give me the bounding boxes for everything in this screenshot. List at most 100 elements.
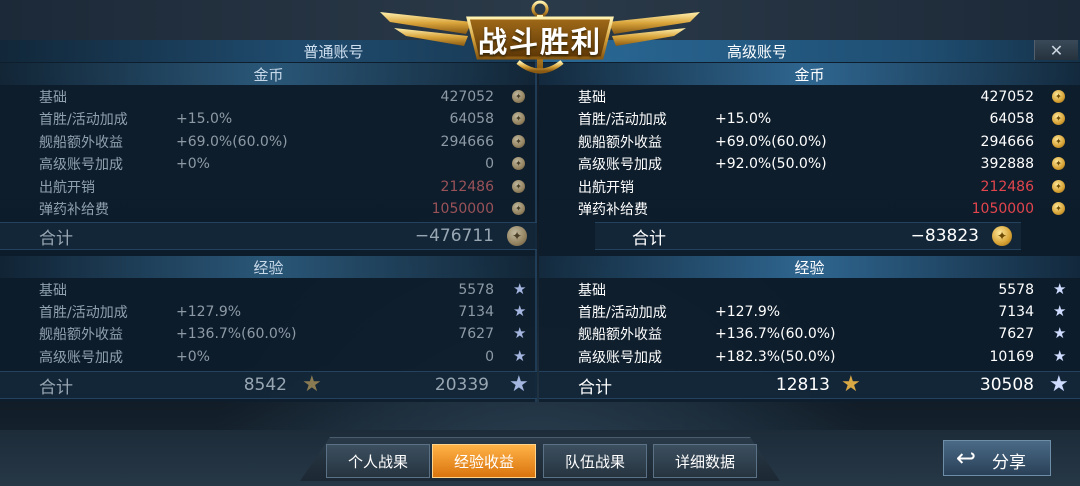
row-label: 首胜/活动加成 [39, 305, 128, 321]
row-value: 7134 [998, 304, 1034, 320]
close-icon: ✕ [1049, 40, 1064, 60]
row-label: 高级账号加成 [39, 157, 123, 173]
gold-coin-icon: ✦ [1052, 202, 1065, 215]
row-percent: +127.9% [176, 304, 242, 320]
normal-account-panel: 普通账号 金币 基础 427052 ✦ 首胜/活动加成 +15.0% 64058… [0, 40, 537, 402]
gold-coin-icon: ✦ [512, 135, 525, 148]
gold-coin-icon: ✦ [507, 226, 527, 246]
row-percent: +69.0%(60.0%) [176, 134, 288, 150]
gold-row: 出航开销 212486 ✦ [0, 176, 537, 198]
gold-row: 舰船额外收益 +69.0%(60.0%) 294666 ✦ [0, 131, 537, 153]
victory-banner: 战斗胜利 [380, 0, 700, 80]
row-value: 5578 [458, 282, 494, 298]
exp-row: 首胜/活动加成 +127.9% 7134 ★ [539, 301, 1080, 323]
gold-coin-icon: ✦ [1052, 157, 1065, 170]
gold-row: 基础 427052 ✦ [0, 86, 537, 108]
gold-row: 高级账号加成 +92.0%(50.0%) 392888 ✦ [539, 153, 1080, 175]
total-label: 合计 [39, 228, 73, 249]
gold-row: 舰船额外收益 +69.0%(60.0%) 294666 ✦ [539, 131, 1080, 153]
tab-detailed-data[interactable]: 详细数据 [653, 444, 757, 478]
row-label: 舰船额外收益 [39, 327, 123, 343]
exp-row: 高级账号加成 +0% 0 ★ [0, 346, 537, 368]
row-percent: +0% [176, 156, 210, 172]
exp-total-gold-value: 8542 [243, 375, 287, 395]
exp-section-header: 经验 [0, 256, 537, 278]
gold-coin-icon: ✦ [1052, 90, 1065, 103]
gold-row: 首胜/活动加成 +15.0% 64058 ✦ [0, 108, 537, 130]
row-percent: +136.7%(60.0%) [715, 326, 836, 342]
row-value: 1050000 [971, 201, 1034, 217]
gold-total-row: 合计 −476711 ✦ [0, 222, 537, 250]
row-value: 212486 [440, 179, 494, 195]
gold-coin-icon: ✦ [512, 112, 525, 125]
tab-team-results[interactable]: 队伍战果 [543, 444, 647, 478]
row-value: 64058 [989, 111, 1034, 127]
total-label: 合计 [632, 228, 666, 249]
silver-star-icon: ★ [1053, 280, 1067, 298]
row-label: 首胜/活动加成 [578, 112, 667, 128]
silver-star-icon: ★ [1053, 347, 1067, 365]
gold-row: 高级账号加成 +0% 0 ✦ [0, 153, 537, 175]
result-tabs: 个人战果 经验收益 队伍战果 详细数据 [300, 437, 780, 481]
row-value: 10169 [989, 349, 1034, 365]
row-label: 出航开销 [39, 180, 95, 196]
row-label: 弹药补给费 [578, 202, 648, 218]
row-label: 出航开销 [578, 180, 634, 196]
row-value: 7134 [458, 304, 494, 320]
exp-row: 高级账号加成 +182.3%(50.0%) 10169 ★ [539, 346, 1080, 368]
row-percent: +127.9% [715, 304, 781, 320]
row-label: 首胜/活动加成 [39, 112, 128, 128]
exp-total-value: 20339 [434, 375, 489, 395]
row-label: 基础 [39, 90, 67, 106]
total-label: 合计 [39, 377, 73, 398]
row-percent: +182.3%(50.0%) [715, 349, 836, 365]
gold-coin-icon: ✦ [1052, 112, 1065, 125]
tab-exp-earnings[interactable]: 经验收益 [432, 444, 536, 478]
row-label: 高级账号加成 [39, 350, 123, 366]
exp-total-row: 合计 8542 ★ 20339 ★ [0, 371, 537, 399]
silver-star-icon: ★ [513, 280, 527, 298]
silver-star-icon: ★ [513, 347, 527, 365]
row-value: 1050000 [431, 201, 494, 217]
row-label: 舰船额外收益 [578, 135, 662, 151]
row-value: 392888 [980, 156, 1034, 172]
share-button[interactable]: ↩ 分享 [943, 440, 1051, 476]
exp-row: 舰船额外收益 +136.7%(60.0%) 7627 ★ [0, 323, 537, 345]
row-percent: +15.0% [176, 111, 233, 127]
row-value: 427052 [980, 89, 1034, 105]
gold-row: 基础 427052 ✦ [539, 86, 1080, 108]
premium-account-panel: 高级账号 金币 基础 427052 ✦ 首胜/活动加成 +15.0% 64058… [539, 40, 1080, 402]
silver-star-icon: ★ [509, 372, 529, 397]
gold-row: 弹药补给费 1050000 ✦ [0, 198, 537, 220]
gold-total-value: −83823 [910, 226, 979, 246]
exp-total-row: 合计 12813 ★ 30508 ★ [539, 371, 1080, 399]
silver-star-icon: ★ [1049, 372, 1069, 397]
row-percent: +136.7%(60.0%) [176, 326, 297, 342]
row-label: 高级账号加成 [578, 157, 662, 173]
row-percent: +92.0%(50.0%) [715, 156, 827, 172]
close-button[interactable]: ✕ [1034, 40, 1078, 60]
row-label: 基础 [578, 283, 606, 299]
exp-total-value: 30508 [979, 375, 1034, 395]
victory-title: 战斗胜利 [477, 25, 602, 59]
row-value: 0 [485, 349, 494, 365]
row-label: 舰船额外收益 [39, 135, 123, 151]
row-percent: +0% [176, 349, 210, 365]
row-value: 294666 [440, 134, 494, 150]
total-label: 合计 [578, 377, 612, 398]
silver-star-icon: ★ [513, 302, 527, 320]
row-label: 基础 [578, 90, 606, 106]
gold-coin-icon: ✦ [512, 180, 525, 193]
row-value: 294666 [980, 134, 1034, 150]
row-value: 7627 [998, 326, 1034, 342]
row-value: 7627 [458, 326, 494, 342]
row-value: 64058 [449, 111, 494, 127]
row-label: 舰船额外收益 [578, 327, 662, 343]
row-label: 高级账号加成 [578, 350, 662, 366]
share-arrow-icon: ↩ [956, 444, 977, 472]
row-label: 首胜/活动加成 [578, 305, 667, 321]
tab-personal-results[interactable]: 个人战果 [326, 444, 430, 478]
gold-coin-icon: ✦ [992, 226, 1012, 246]
gold-coin-icon: ✦ [1052, 180, 1065, 193]
row-value: 0 [485, 156, 494, 172]
